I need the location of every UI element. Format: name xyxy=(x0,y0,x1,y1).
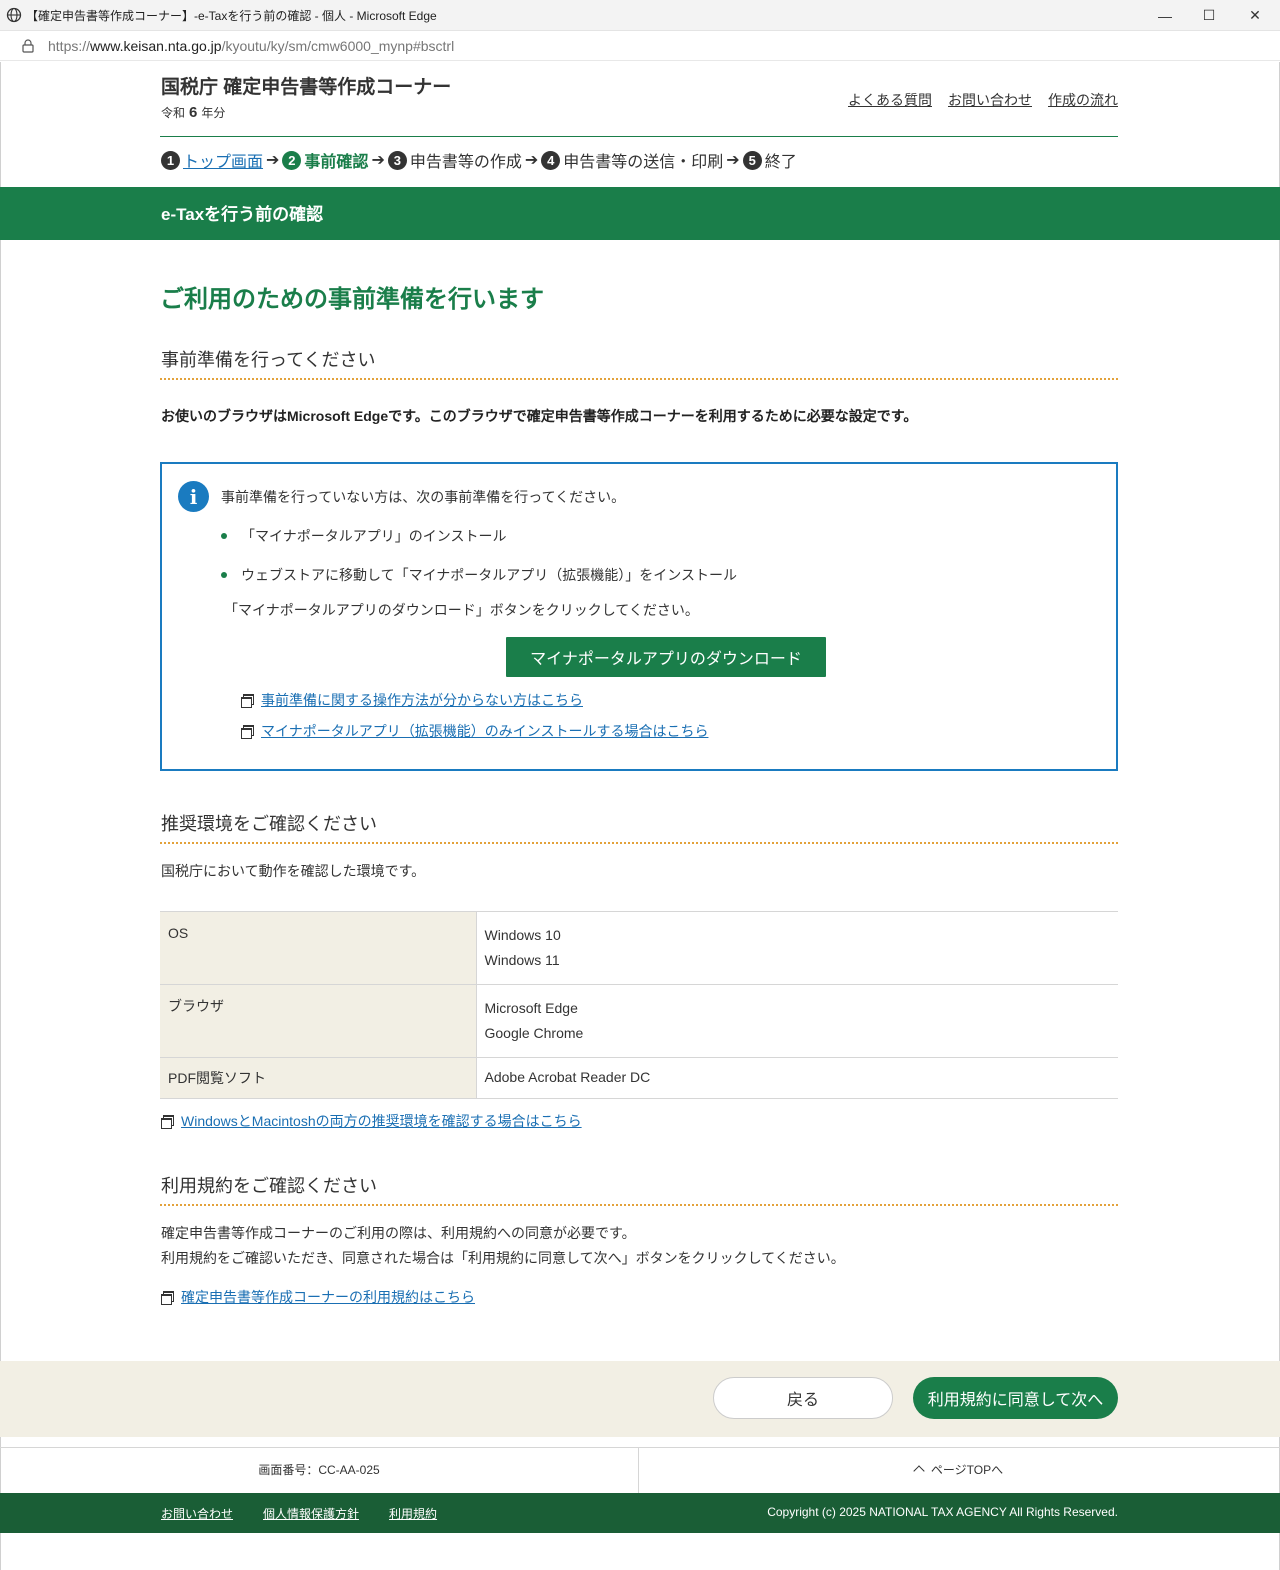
globe-icon xyxy=(6,7,22,23)
step-1-top-link[interactable]: トップ画面 xyxy=(183,148,263,172)
terms-line-2: 利用規約をご確認いただき、同意された場合は「利用規約に同意して次へ」ボタンをクリ… xyxy=(161,1250,845,1266)
window-titlebar: 【確定申告書等作成コーナー】-e-Taxを行う前の確認 - 個人 - Micro… xyxy=(0,0,1280,31)
site-title: 国税庁 確定申告書等作成コーナー xyxy=(161,77,452,98)
terms-link[interactable]: 確定申告書等作成コーナーの利用規約はこちら xyxy=(181,1287,475,1307)
page-top-link[interactable]: ページTOPへ xyxy=(639,1461,1279,1478)
agree-next-button[interactable]: 利用規約に同意して次へ xyxy=(913,1377,1118,1419)
section-divider xyxy=(160,842,1118,844)
bullet-icon xyxy=(221,533,227,539)
page-title: e-Taxを行う前の確認 xyxy=(161,205,324,224)
terms-link-row[interactable]: 確定申告書等作成コーナーの利用規約はこちら xyxy=(161,1287,475,1307)
footer-links: お問い合わせ 個人情報保護方針 利用規約 xyxy=(161,1505,437,1522)
env-intro: 国税庁において動作を確認した環境です。 xyxy=(161,863,426,879)
table-row: ブラウザ Microsoft Edge Google Chrome xyxy=(160,984,1118,1058)
env-heading: 推奨環境をご確認ください xyxy=(161,814,377,834)
env-both-link[interactable]: WindowsとMacintoshの両方の推奨環境を確認する場合はこちら xyxy=(181,1111,582,1131)
prep-item-extension-install: ウェブストアに移動して「マイナポータルアプリ（拡張機能）」をインストール xyxy=(241,567,738,583)
info-icon: i xyxy=(178,481,209,512)
step-1-number: 1 xyxy=(161,150,180,170)
flow-link[interactable]: 作成の流れ xyxy=(1048,90,1118,110)
footer-contact-link[interactable]: お問い合わせ xyxy=(161,1505,233,1522)
env-val-os: Windows 10 Windows 11 xyxy=(476,911,1118,985)
tax-year: 令和 6 年分 xyxy=(161,104,226,121)
env-both-link-row[interactable]: WindowsとMacintoshの両方の推奨環境を確認する場合はこちら xyxy=(161,1111,582,1131)
step-2-label: 事前確認 xyxy=(304,154,369,171)
lock-icon xyxy=(22,38,34,53)
env-table: OS Windows 10 Windows 11 ブラウザ Microsoft E… xyxy=(160,911,1118,1099)
terms-heading: 利用規約をご確認ください xyxy=(161,1176,377,1196)
faq-link[interactable]: よくある質問 xyxy=(848,90,932,110)
section-divider xyxy=(160,378,1118,380)
external-window-icon xyxy=(161,1291,174,1305)
chevron-up-icon xyxy=(913,1465,925,1477)
prep-item-app-install: 「マイナポータルアプリ」のインストール xyxy=(241,528,507,544)
step-2-number: 2 xyxy=(282,150,302,170)
external-window-icon xyxy=(161,1115,174,1129)
back-button[interactable]: 戻る xyxy=(713,1377,893,1419)
table-row: PDF閲覧ソフト Adobe Acrobat Reader DC xyxy=(160,1057,1118,1099)
section-divider xyxy=(160,1204,1118,1206)
footer-privacy-link[interactable]: 個人情報保護方針 xyxy=(263,1505,359,1522)
step-3-number: 3 xyxy=(387,150,407,170)
minimize-icon[interactable]: — xyxy=(1142,0,1188,31)
env-key-os: OS xyxy=(160,911,477,985)
step-arrow-icon: ➔ xyxy=(726,152,740,169)
env-key-browser: ブラウザ xyxy=(160,984,477,1058)
maximize-icon[interactable]: ☐ xyxy=(1186,0,1232,31)
step-3-label: 申告書等の作成 xyxy=(409,154,522,171)
env-key-pdf: PDF閲覧ソフト xyxy=(160,1057,477,1099)
extension-only-link[interactable]: マイナポータルアプリ（拡張機能）のみインストールする場合はこちら xyxy=(261,721,708,741)
prep-help-link-row[interactable]: 事前準備に関する操作方法が分からない方はこちら xyxy=(241,690,583,710)
step-arrow-icon: ➔ xyxy=(371,152,385,169)
header-divider xyxy=(160,136,1118,137)
step-5-label: 終了 xyxy=(764,154,797,171)
download-app-button[interactable]: マイナポータルアプリのダウンロード xyxy=(506,637,826,677)
copyright: Copyright (c) 2025 NATIONAL TAX AGENCY A… xyxy=(767,1505,1118,1519)
download-instruction: 「マイナポータルアプリのダウンロード」ボタンをクリックしてください。 xyxy=(224,602,699,618)
env-val-browser: Microsoft Edge Google Chrome xyxy=(476,984,1118,1058)
step-4-number: 4 xyxy=(541,150,561,170)
step-5-number: 5 xyxy=(742,150,762,170)
address-bar[interactable]: https://www.keisan.nta.go.jp/kyoutu/ky/s… xyxy=(0,31,1280,61)
external-window-icon xyxy=(241,694,254,708)
window-title: 【確定申告書等作成コーナー】-e-Taxを行う前の確認 - 個人 - Micro… xyxy=(26,8,437,23)
prep-heading: 事前準備を行ってください xyxy=(161,350,376,370)
screen-id: 画面番号：CC-AA-025 xyxy=(258,1463,380,1477)
url-text[interactable]: https://www.keisan.nta.go.jp/kyoutu/ky/s… xyxy=(48,38,454,54)
header-links: よくある質問 お問い合わせ 作成の流れ xyxy=(848,90,1118,110)
close-icon[interactable]: ✕ xyxy=(1232,0,1278,31)
progress-steps: 1 トップ画面 ➔ 2 事前確認 ➔ 3 申告書等の作成 ➔ 4 申告書等の送信… xyxy=(161,148,797,172)
main-heading: ご利用のための事前準備を行います xyxy=(160,286,544,313)
bullet-icon xyxy=(221,572,227,578)
terms-line-1: 確定申告書等作成コーナーのご利用の際は、利用規約への同意が必要です。 xyxy=(161,1225,636,1241)
info-intro: 事前準備を行っていない方は、次の事前準備を行ってください。 xyxy=(221,489,626,505)
footer-terms-link[interactable]: 利用規約 xyxy=(389,1505,437,1522)
step-4-label: 申告書等の送信・印刷 xyxy=(563,154,724,171)
browser-note: お使いのブラウザはMicrosoft Edgeです。このブラウザで確定申告書等作… xyxy=(161,408,918,424)
contact-link[interactable]: お問い合わせ xyxy=(948,90,1032,110)
prep-help-link[interactable]: 事前準備に関する操作方法が分からない方はこちら xyxy=(261,690,583,710)
external-window-icon xyxy=(241,725,254,739)
env-val-pdf: Adobe Acrobat Reader DC xyxy=(476,1057,1118,1099)
table-row: OS Windows 10 Windows 11 xyxy=(160,911,1118,985)
step-arrow-icon: ➔ xyxy=(266,152,280,169)
extension-only-link-row[interactable]: マイナポータルアプリ（拡張機能）のみインストールする場合はこちら xyxy=(241,721,708,741)
step-arrow-icon: ➔ xyxy=(524,152,539,169)
